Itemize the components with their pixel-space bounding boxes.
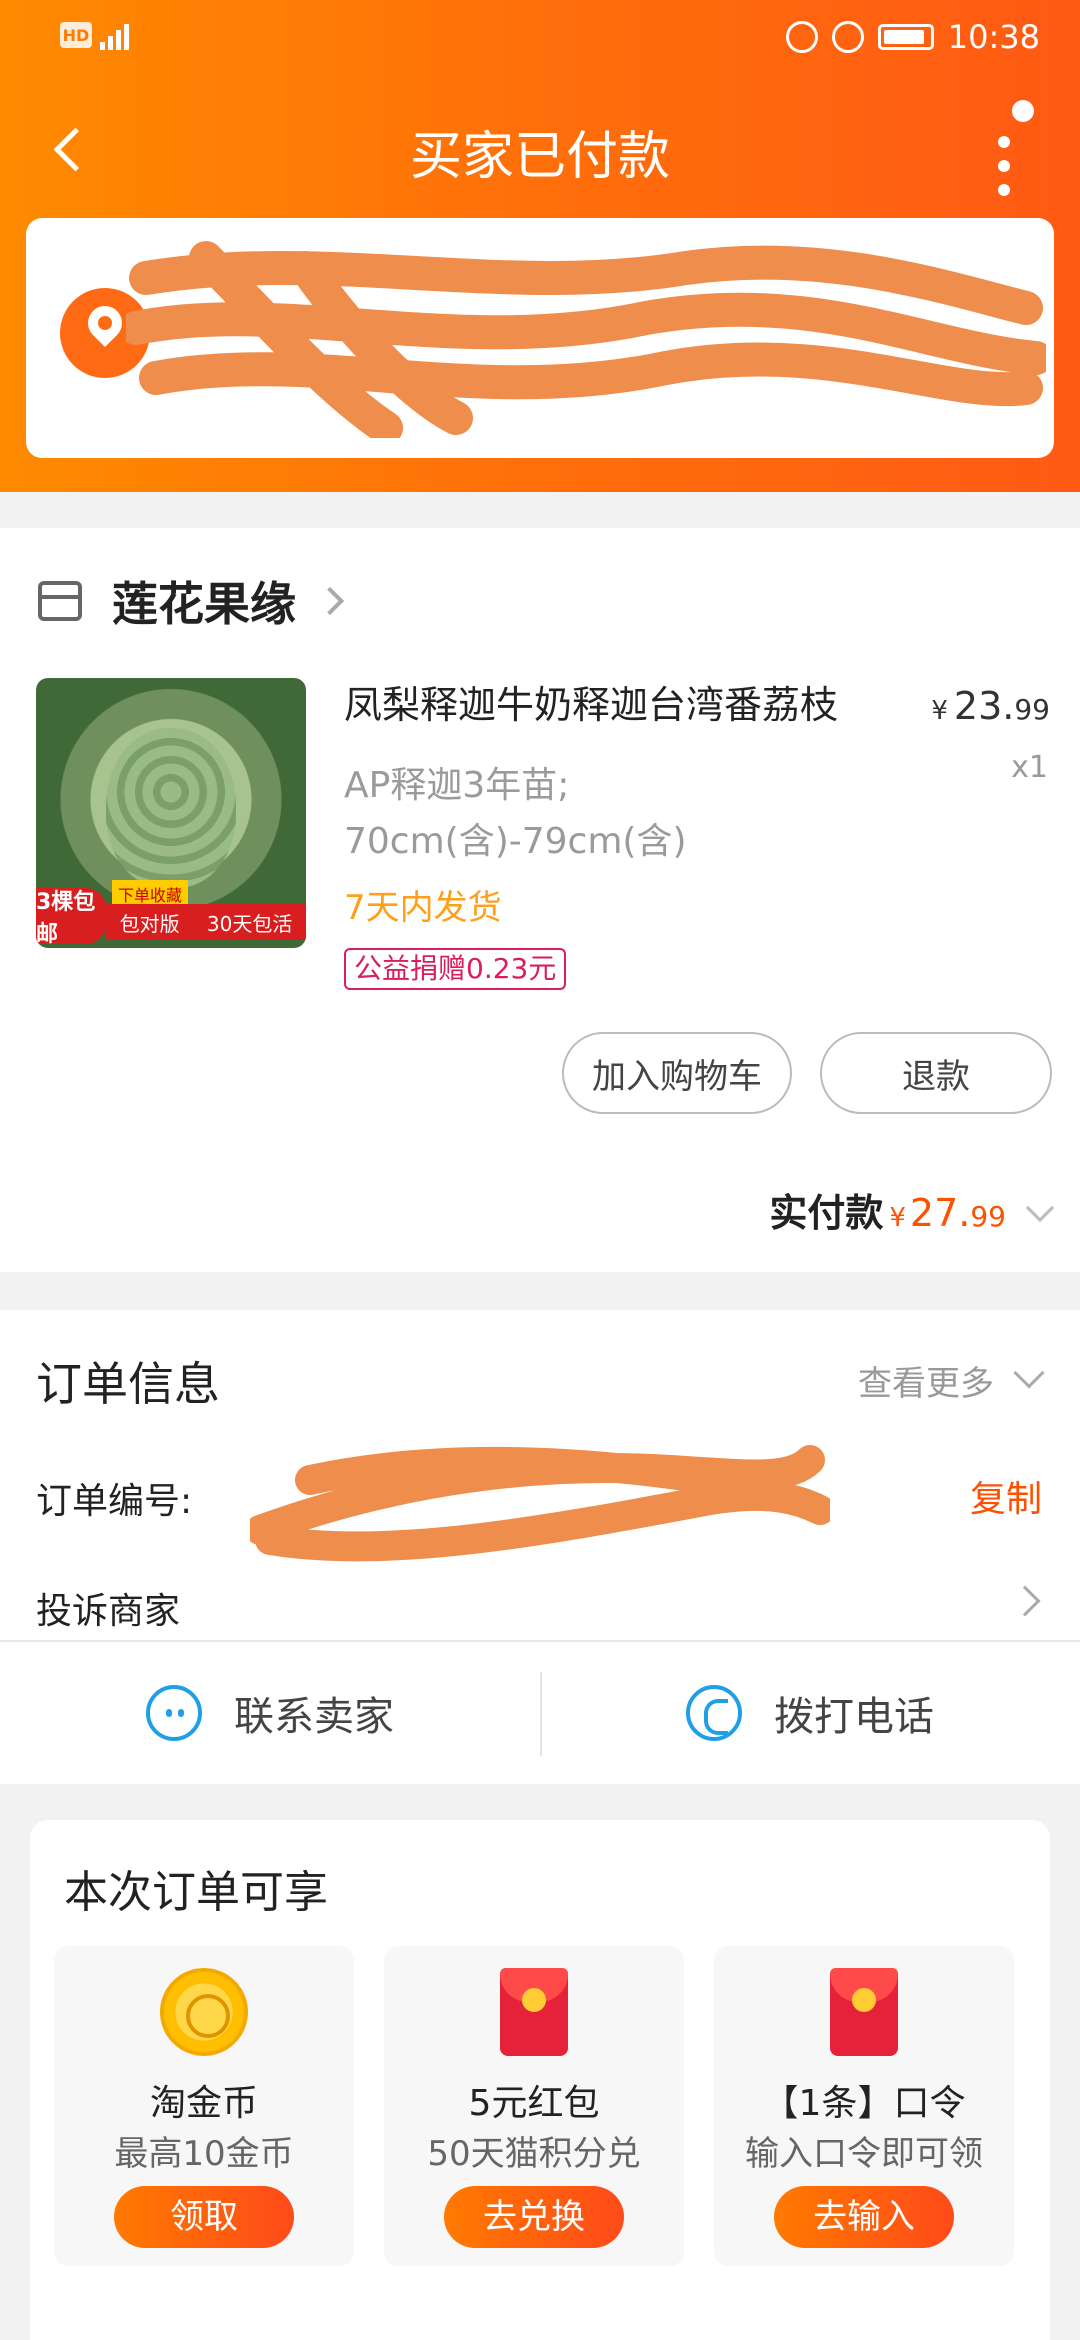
benefit-item: 5元红包 50天猫积分兑 去兑换 [384,1946,684,2266]
benefit-desc: 输入口令即可领 [745,2134,983,2174]
order-info-title: 订单信息 [36,1357,220,1411]
shop-row[interactable]: 莲花果缘 [38,566,345,636]
red-packet-icon [500,1968,568,2056]
product-price: ¥23.99 [931,684,1050,728]
price-dec: 99 [1014,693,1050,726]
call-phone-button[interactable]: 拨打电话 [540,1642,1080,1784]
enter-code-button[interactable]: 去输入 [774,2186,954,2248]
add-to-cart-button[interactable]: 加入购物车 [562,1032,792,1114]
navbar: 买家已付款 [0,100,1080,196]
spec-line-1: AP释迦3年苗; [344,765,570,806]
order-card: 莲花果缘 下单收藏 3棵包邮 包对版 30天包活 凤梨释迦牛奶释迦台湾番荔枝 ¥… [0,528,1080,1272]
paid-amount: ¥27.99 [889,1191,1006,1235]
benefit-name: 5元红包 [468,2083,600,2124]
contact-seller-button[interactable]: 联系卖家 [0,1642,540,1784]
complain-label: 投诉商家 [36,1591,181,1632]
status-bar: HD 10:38 [60,14,1040,64]
chevron-down-icon [1025,1193,1055,1223]
benefits-card: 本次订单可享 淘金币 最高10金币 领取 5元红包 50天猫积分兑 去兑换 【1… [30,1820,1050,2340]
address-redaction [126,241,1046,438]
gold-coin-icon [160,1968,248,2056]
benefit-desc: 50天猫积分兑 [427,2134,641,2174]
view-more-link[interactable]: 查看更多 [858,1356,1045,1405]
image-badge-right: 30天包活 [206,911,293,936]
chevron-right-icon [1009,1585,1041,1617]
product-image[interactable]: 下单收藏 3棵包邮 包对版 30天包活 [36,678,306,948]
shop-name: 莲花果缘 [112,577,296,631]
chevron-down-icon [1013,1356,1045,1389]
price-currency: ¥ [931,696,948,726]
benefit-item: 淘金币 最高10金币 领取 [54,1946,354,2266]
benefit-name: 【1条】口令 [762,2083,966,2124]
phone-icon [686,1685,742,1741]
paid-total-row[interactable]: 实付款 ¥27.99 [769,1182,1055,1237]
alarm-icon [831,21,864,53]
address-card[interactable] [26,218,1054,458]
benefits-title: 本次订单可享 [64,1867,328,1918]
image-badge-mid: 包对版 [119,911,180,936]
signal-icon [100,20,129,50]
paid-currency: ¥ [889,1203,906,1233]
order-number-label: 订单编号: [36,1481,193,1522]
product-title[interactable]: 凤梨释迦牛奶释迦台湾番荔枝 [344,678,904,732]
paid-label: 实付款 [769,1191,884,1235]
chevron-right-icon [315,586,345,616]
call-phone-label: 拨打电话 [774,1694,934,1740]
shop-icon [38,581,82,621]
order-number-redaction [250,1445,830,1562]
contact-bar: 联系卖家 拨打电话 [0,1642,1080,1784]
hd-icon: HD [60,22,92,48]
benefit-desc: 最高10金币 [114,2134,294,2174]
custard-apple-image [106,728,236,888]
contact-seller-label: 联系卖家 [234,1694,394,1740]
complain-row[interactable]: 投诉商家 [0,1560,1080,1648]
charity-badge: 公益捐赠0.23元 [344,948,567,990]
chat-icon [146,1685,202,1741]
shipping-note: 7天内发货 [344,888,502,928]
product-quantity: x1 [1011,750,1048,785]
header: HD 10:38 买家已付款 [0,0,1080,492]
status-time: 10:38 [947,18,1040,56]
more-menu-icon[interactable] [984,100,1044,196]
paid-int: 27. [909,1191,971,1235]
red-packet-icon [830,1968,898,2056]
page-title: 买家已付款 [409,127,670,187]
price-int: 23. [953,684,1015,728]
benefit-name: 淘金币 [149,2083,258,2124]
image-badge-left: 3棵包邮 [36,888,106,947]
refund-button[interactable]: 退款 [820,1032,1052,1114]
nfc-icon [785,21,818,53]
redeem-button[interactable]: 去兑换 [444,2186,624,2248]
view-more-label: 查看更多 [858,1364,994,1404]
battery-icon [877,24,934,50]
product-spec: AP释迦3年苗; 70cm(含)-79cm(含) [344,758,904,870]
copy-button[interactable]: 复制 [970,1470,1042,1522]
image-badge-bar: 包对版 30天包活 [106,904,306,940]
spec-line-2: 70cm(含)-79cm(含) [344,821,687,862]
claim-coins-button[interactable]: 领取 [114,2186,294,2248]
paid-dec: 99 [970,1200,1006,1233]
benefit-item: 【1条】口令 输入口令即可领 去输入 [714,1946,1014,2266]
